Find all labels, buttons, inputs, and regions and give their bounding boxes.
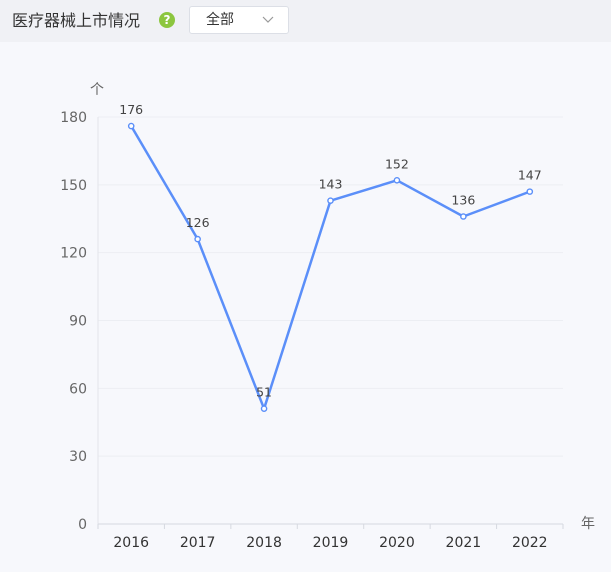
data-point[interactable]: [526, 188, 534, 195]
data-label: 152: [385, 156, 409, 171]
data-point[interactable]: [460, 213, 467, 220]
page-title: 医疗器械上市情况: [12, 11, 141, 30]
y-tick-label: 60: [69, 381, 87, 397]
series-line: [130, 125, 531, 410]
y-axis-label: 个: [90, 82, 104, 98]
x-tick-label: 2019: [313, 535, 349, 551]
question-circle-icon[interactable]: ?: [159, 12, 175, 28]
x-tick-label: 2018: [246, 535, 282, 551]
data-label: 143: [319, 177, 343, 192]
filter-dropdown[interactable]: 全部: [189, 6, 289, 34]
data-point[interactable]: [260, 405, 268, 412]
data-point[interactable]: [194, 235, 201, 243]
x-tick-label: 2020: [379, 535, 415, 551]
filter-selected-value: 全部: [206, 12, 234, 28]
line-chart: 0 30 60 90 120 150 180 2016 2017 2018 2019 2020 2021…: [60, 82, 595, 551]
data-label: 147: [518, 168, 542, 183]
y-tick-label: 180: [60, 110, 87, 126]
y-tick-label: 0: [78, 517, 87, 533]
y-tick-label: 90: [69, 314, 87, 330]
data-label: 136: [451, 192, 475, 207]
data-label: 51: [256, 385, 272, 400]
x-axis-label: 年: [581, 516, 595, 532]
chart-area: 0 30 60 90 120 150 180 2016 2017 2018 2019 2020 2021…: [0, 42, 611, 568]
data-label: 126: [186, 215, 210, 230]
x-tick-label: 2016: [113, 535, 149, 551]
data-label: 176: [119, 102, 143, 117]
x-tick-label: 2022: [512, 535, 548, 551]
header-bar: 医疗器械上市情况 ? 全部: [0, 0, 611, 42]
y-tick-label: 120: [60, 246, 87, 262]
x-tick-label: 2017: [180, 535, 216, 551]
y-tick-label: 30: [69, 449, 87, 465]
x-tick-label: 2021: [446, 535, 482, 551]
y-tick-label: 150: [60, 178, 87, 194]
data-point[interactable]: [127, 122, 135, 130]
data-point[interactable]: [393, 177, 401, 184]
chevron-down-icon: [262, 16, 274, 23]
data-point[interactable]: [327, 197, 334, 204]
